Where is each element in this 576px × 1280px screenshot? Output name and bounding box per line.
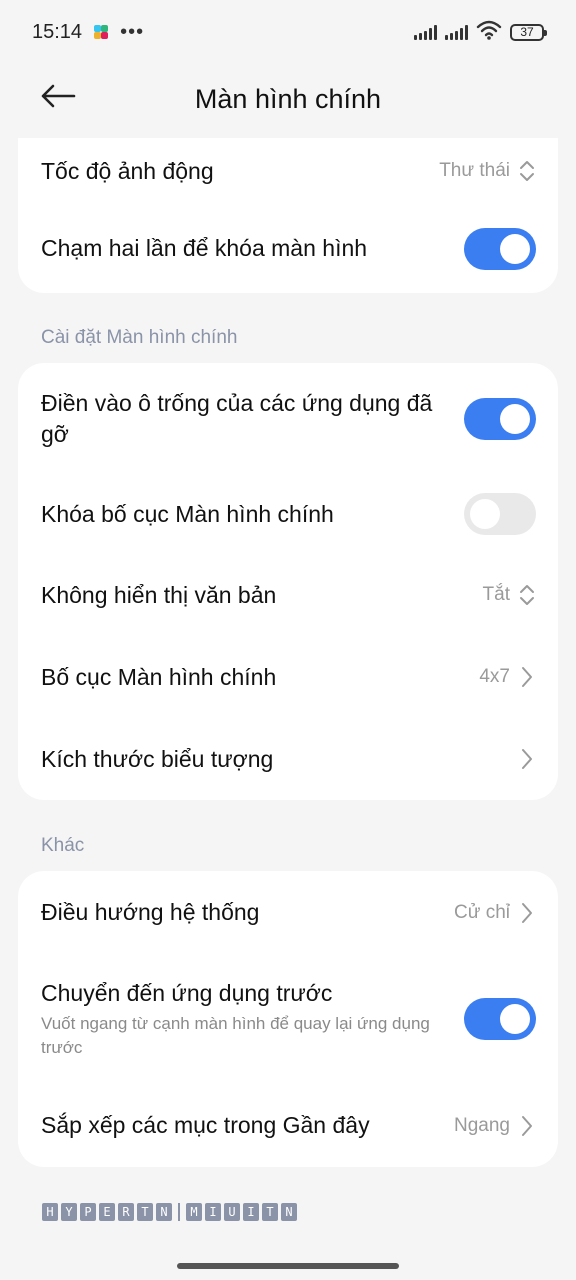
chevron-right-icon: [518, 1115, 536, 1137]
card-home-settings: Điền vào ô trống của các ứng dụng đã gỡ …: [18, 363, 558, 800]
prev-app-description: Vuốt ngang từ cạnh màn hình để quay lại …: [41, 1014, 430, 1057]
slack-notification-icon: [94, 25, 109, 39]
watermark-letter: E: [99, 1203, 115, 1221]
recents-sort-row[interactable]: Sắp xếp các mục trong Gần đây Ngang: [18, 1084, 558, 1167]
double-tap-lock-label: Chạm hai lần để khóa màn hình: [41, 235, 368, 261]
icon-size-row[interactable]: Kích thước biểu tượng: [18, 718, 558, 800]
icon-size-label: Kích thước biểu tượng: [41, 745, 274, 772]
system-nav-row[interactable]: Điều hướng hệ thống Cử chỉ: [18, 871, 558, 954]
section-label-home-settings: Cài đặt Màn hình chính: [41, 327, 238, 348]
recents-sort-value: Ngang: [454, 1114, 510, 1136]
chevron-up-down-icon: [518, 160, 536, 182]
double-tap-lock-toggle[interactable]: [464, 227, 536, 270]
header: Màn hình chính: [0, 64, 576, 134]
home-indicator-bar[interactable]: [177, 1263, 399, 1269]
watermark-letter: M: [186, 1203, 202, 1221]
animation-speed-value: Thư thái: [439, 160, 510, 181]
battery-icon: 37: [510, 23, 547, 41]
watermark-divider: [178, 1203, 180, 1221]
status-time: 15:14: [32, 20, 83, 43]
home-layout-value: 4x7: [479, 666, 510, 687]
status-bar: 15:14 ••• 37: [0, 0, 576, 64]
watermark-letter: H: [42, 1203, 58, 1221]
double-tap-lock-row[interactable]: Chạm hai lần để khóa màn hình: [18, 204, 558, 293]
hide-text-label: Không hiển thị văn bản: [41, 581, 277, 608]
fill-gaps-toggle[interactable]: [464, 397, 536, 440]
wifi-icon: [476, 20, 502, 45]
prev-app-toggle[interactable]: [464, 998, 536, 1040]
back-button[interactable]: [36, 78, 80, 118]
system-nav-label: Điều hướng hệ thống: [41, 899, 260, 925]
page-title: Màn hình chính: [194, 83, 382, 114]
more-notifications-icon: •••: [120, 20, 145, 43]
signal-icon-sim1: [414, 24, 437, 40]
hypertn-miuitn-watermark: H Y P E R T N M I U I T N: [42, 1203, 297, 1221]
home-layout-label: Bố cục Màn hình chính: [41, 663, 277, 690]
fill-gaps-row[interactable]: Điền vào ô trống của các ứng dụng đã gỡ: [18, 363, 558, 474]
lock-layout-toggle[interactable]: [464, 493, 536, 535]
card-other: Điều hướng hệ thống Cử chỉ Chuyển đến ứn…: [18, 871, 558, 1167]
watermark-letter: I: [243, 1203, 259, 1221]
watermark-letter: Y: [61, 1203, 77, 1221]
prev-app-row[interactable]: Chuyển đến ứng dụng trước Vuốt ngang từ …: [18, 954, 558, 1084]
chevron-right-icon: [518, 666, 536, 688]
lock-layout-label: Khóa bố cục Màn hình chính: [41, 500, 334, 527]
watermark-letter: T: [137, 1203, 153, 1221]
chevron-right-icon: [518, 748, 536, 770]
watermark-letter: N: [281, 1203, 297, 1221]
recents-sort-label: Sắp xếp các mục trong Gần đây: [41, 1112, 370, 1138]
system-nav-value: Cử chỉ: [453, 901, 510, 923]
watermark-letter: I: [205, 1203, 221, 1221]
watermark-letter: N: [156, 1203, 172, 1221]
arrow-left-icon: [40, 84, 76, 113]
card-general: Tốc độ ảnh động Thư thái Chạm hai lần để…: [18, 138, 558, 293]
home-layout-row[interactable]: Bố cục Màn hình chính 4x7: [18, 636, 558, 718]
fill-gaps-label: Điền vào ô trống của các ứng dụng đã gỡ: [41, 389, 433, 447]
signal-icon-sim2: [445, 24, 468, 40]
status-right: 37: [414, 20, 547, 45]
chevron-up-down-icon: [518, 584, 536, 606]
prev-app-label: Chuyển đến ứng dụng trước: [41, 980, 333, 1006]
animation-speed-label: Tốc độ ảnh động: [41, 157, 214, 184]
watermark-letter: U: [224, 1203, 240, 1221]
hide-text-row[interactable]: Không hiển thị văn bản Tắt: [18, 554, 558, 636]
status-left: 15:14 •••: [32, 21, 144, 44]
watermark-letter: P: [80, 1203, 96, 1221]
watermark-letter: T: [262, 1203, 278, 1221]
chevron-right-icon: [518, 902, 536, 924]
hide-text-value: Tắt: [482, 584, 510, 605]
animation-speed-row[interactable]: Tốc độ ảnh động Thư thái: [18, 138, 558, 204]
section-label-other: Khác: [41, 835, 85, 856]
lock-layout-row[interactable]: Khóa bố cục Màn hình chính: [18, 474, 558, 554]
watermark-letter: R: [118, 1203, 134, 1221]
